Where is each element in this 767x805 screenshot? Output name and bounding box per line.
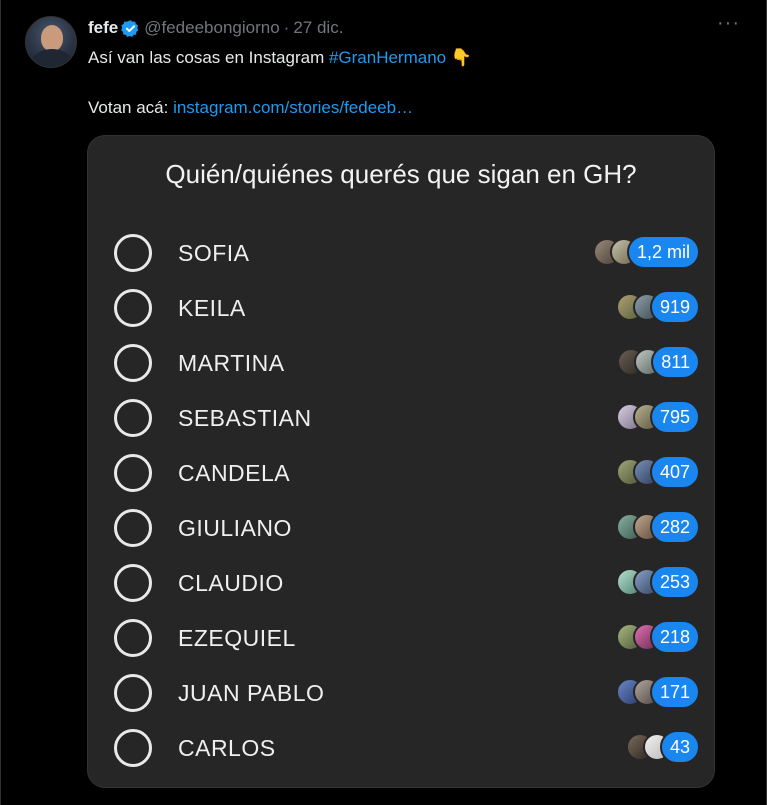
tweet-vote-line: Votan acá: instagram.com/stories/fedeeb… <box>88 98 413 118</box>
tweet-text: Así van las cosas en Instagram <box>88 48 329 67</box>
option-label: JUAN PABLO <box>178 680 325 706</box>
tweet-date[interactable]: 27 dic. <box>293 18 343 38</box>
poll-option[interactable]: JUAN PABLO 171 <box>88 674 716 729</box>
vote-group: 253 <box>615 565 700 599</box>
vote-count-badge: 1,2 mil <box>626 235 700 269</box>
vote-count-badge: 43 <box>659 730 700 764</box>
radio-circle-icon[interactable] <box>114 289 152 327</box>
poll-option[interactable]: MARTINA 811 <box>88 344 716 399</box>
radio-circle-icon[interactable] <box>114 674 152 712</box>
radio-circle-icon[interactable] <box>114 509 152 547</box>
poll-option[interactable]: CARLOS 43 <box>88 729 716 784</box>
vote-group: 171 <box>615 675 700 709</box>
tweet-text-line: Así van las cosas en Instagram #GranHerm… <box>88 48 472 68</box>
vote-label: Votan acá: <box>88 98 169 117</box>
vote-group: 43 <box>625 730 700 764</box>
radio-circle-icon[interactable] <box>114 564 152 602</box>
radio-circle-icon[interactable] <box>114 619 152 657</box>
vote-count-badge: 171 <box>649 675 700 709</box>
option-label: SEBASTIAN <box>178 405 312 431</box>
vote-group: 811 <box>617 345 700 379</box>
radio-circle-icon[interactable] <box>114 729 152 767</box>
more-options-icon[interactable]: ··· <box>717 13 740 33</box>
radio-circle-icon[interactable] <box>114 399 152 437</box>
vote-count-badge: 811 <box>651 345 700 379</box>
poll-title: Quién/quiénes querés que sigan en GH? <box>165 159 637 189</box>
tweet-container: fefe @fedeebongiorno · 27 dic. ··· Así v… <box>0 0 767 805</box>
vote-group: 282 <box>615 510 700 544</box>
vote-group: 795 <box>615 400 700 434</box>
option-label: MARTINA <box>178 350 285 376</box>
vote-group: 407 <box>615 455 700 489</box>
poll-option[interactable]: CANDELA 407 <box>88 454 716 509</box>
option-label: CLAUDIO <box>178 570 284 596</box>
radio-circle-icon[interactable] <box>114 234 152 272</box>
header-separator: · <box>283 18 290 37</box>
hashtag-link[interactable]: #GranHermano <box>329 48 446 67</box>
pointing-down-emoji-icon: 👇 <box>450 48 473 67</box>
verified-badge-icon <box>121 19 140 38</box>
instagram-link[interactable]: instagram.com/stories/fedeeb… <box>173 98 413 117</box>
tweet-header: fefe @fedeebongiorno · 27 dic. <box>88 18 343 38</box>
option-label: GIULIANO <box>178 515 292 541</box>
avatar-body <box>32 49 72 67</box>
option-label: CANDELA <box>178 460 291 486</box>
vote-count-badge: 218 <box>649 620 700 654</box>
author-avatar[interactable] <box>25 16 77 68</box>
vote-group: 218 <box>615 620 700 654</box>
poll-option[interactable]: GIULIANO 282 <box>88 509 716 564</box>
poll-option[interactable]: SOFIA 1,2 mil <box>88 234 716 289</box>
vote-group: 1,2 mil <box>592 235 700 269</box>
poll-option[interactable]: KEILA 919 <box>88 289 716 344</box>
vote-count-badge: 919 <box>649 290 700 324</box>
option-label: EZEQUIEL <box>178 625 296 651</box>
poll-option[interactable]: CLAUDIO 253 <box>88 564 716 619</box>
radio-circle-icon[interactable] <box>114 344 152 382</box>
vote-count-badge: 795 <box>649 400 700 434</box>
poll-option[interactable]: EZEQUIEL 218 <box>88 619 716 674</box>
poll-image-card[interactable]: Quién/quiénes querés que sigan en GH? SO… <box>87 135 715 788</box>
vote-count-badge: 253 <box>649 565 700 599</box>
poll-option[interactable]: SEBASTIAN 795 <box>88 399 716 454</box>
radio-circle-icon[interactable] <box>114 454 152 492</box>
option-label: SOFIA <box>178 240 250 266</box>
avatar-head <box>41 25 63 51</box>
vote-count-badge: 282 <box>649 510 700 544</box>
option-label: CARLOS <box>178 735 276 761</box>
vote-count-badge: 407 <box>649 455 700 489</box>
author-name[interactable]: fefe <box>88 18 118 38</box>
vote-group: 919 <box>615 290 700 324</box>
author-handle[interactable]: @fedeebongiorno <box>144 18 279 38</box>
option-label: KEILA <box>178 295 246 321</box>
